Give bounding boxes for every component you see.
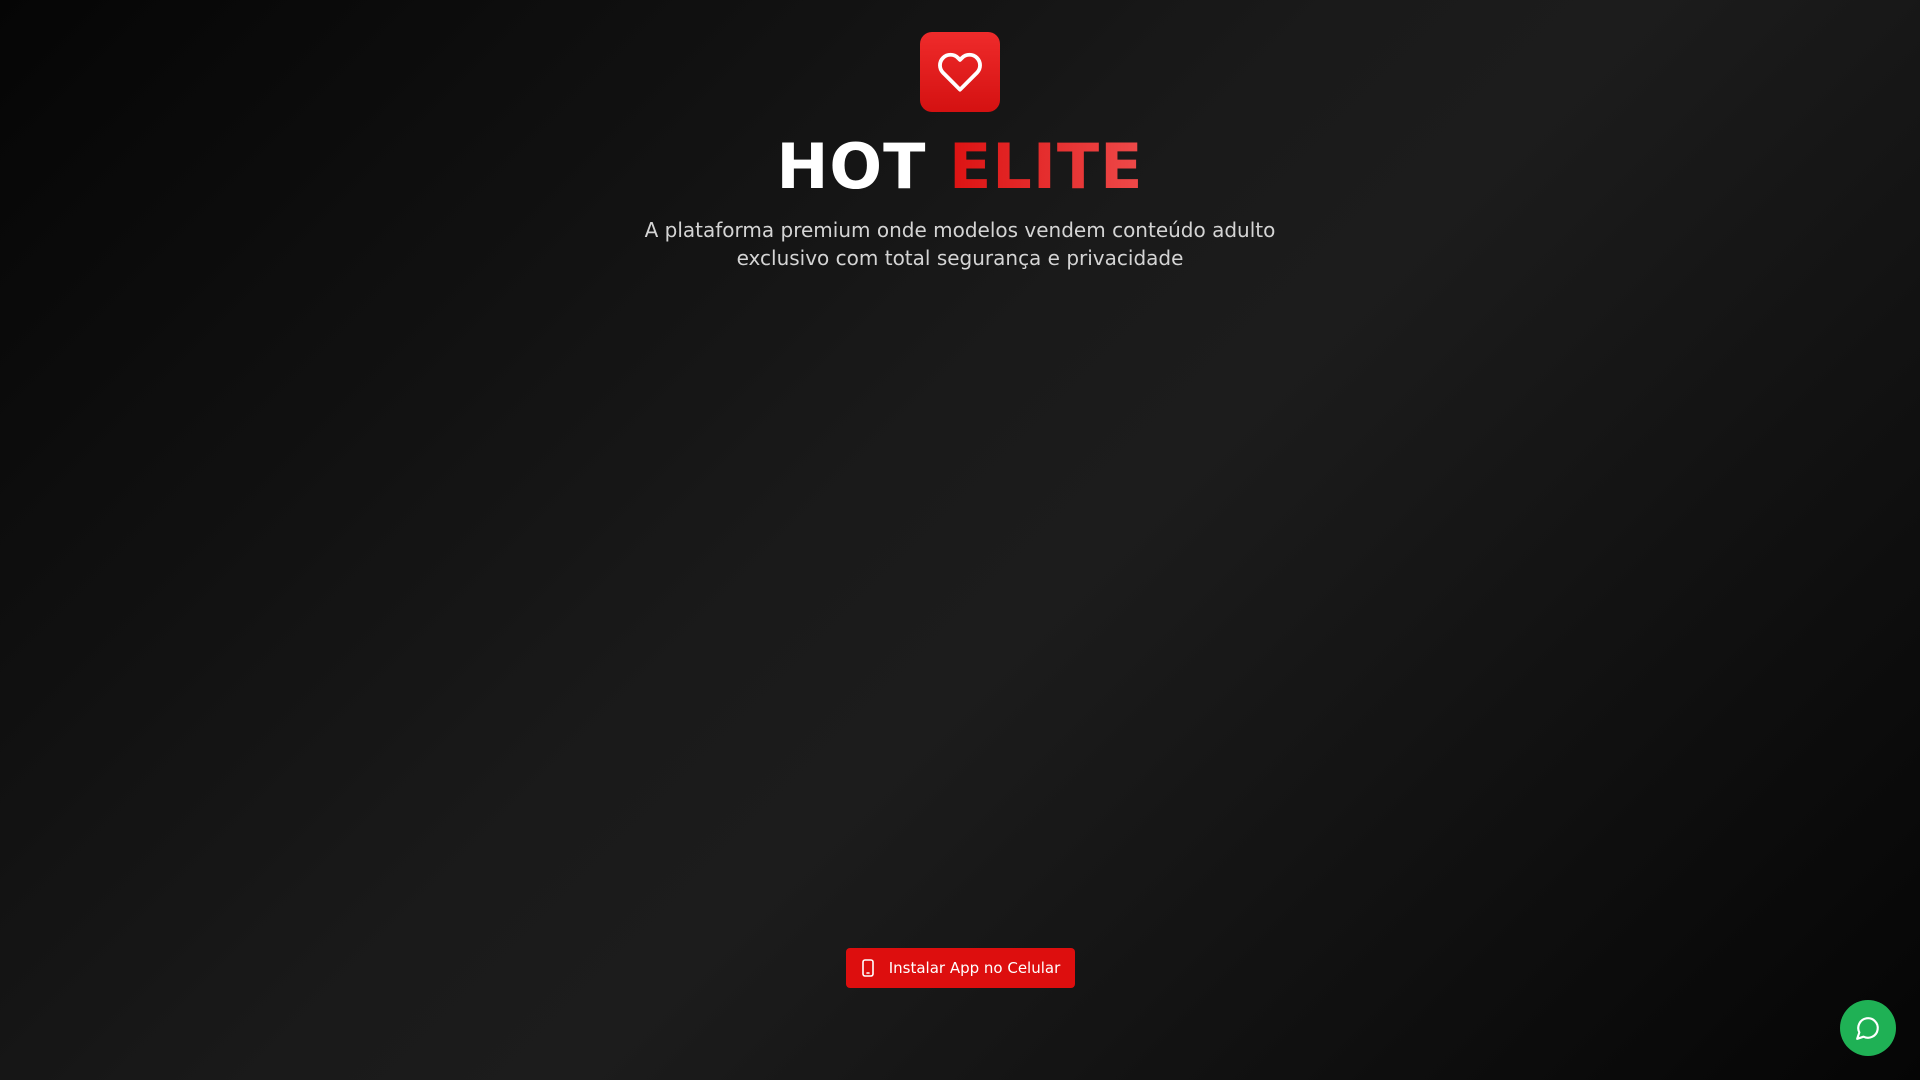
tagline: A plataforma premium onde modelos vendem… (644, 218, 1276, 270)
hero-section: HOT ELITE A plataforma premium onde mode… (0, 32, 1920, 292)
brand-title-elite: ELITE (948, 130, 1144, 203)
smartphone-icon (861, 959, 875, 977)
brand-title: HOT ELITE (776, 132, 1143, 202)
brand-title-hot: HOT (776, 130, 927, 203)
chat-button[interactable] (1840, 1000, 1896, 1056)
chat-bubble-icon (1856, 1017, 1879, 1040)
install-app-label: Instalar App no Celular (888, 959, 1061, 977)
heart-icon (938, 52, 982, 92)
install-app-button[interactable]: Instalar App no Celular (846, 948, 1075, 988)
brand-logo (920, 32, 1000, 112)
